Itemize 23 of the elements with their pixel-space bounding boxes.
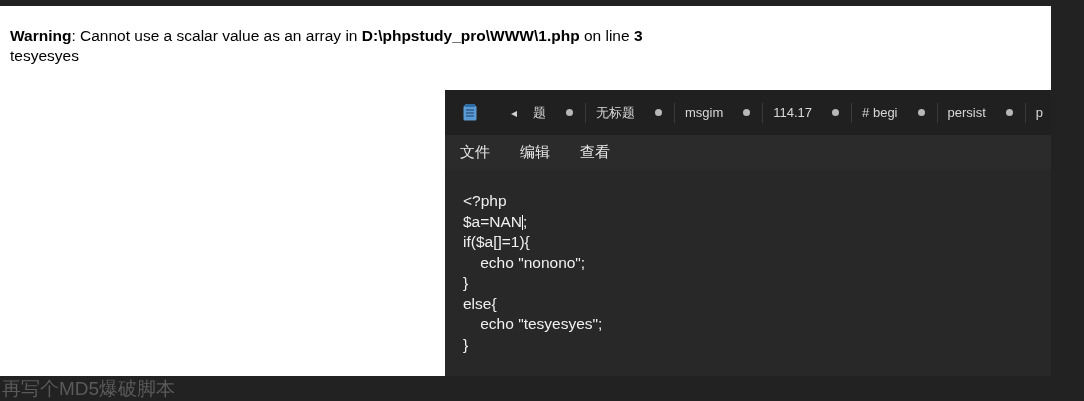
- file-tab[interactable]: persist: [947, 102, 1013, 123]
- file-tab[interactable]: 114.17: [773, 102, 840, 123]
- code-line: $a=NAN;: [463, 211, 529, 230]
- code-line: echo "tesyesyes";: [479, 314, 604, 333]
- scroll-left-button[interactable]: ◂: [511, 103, 517, 122]
- file-tab[interactable]: p: [1035, 102, 1044, 123]
- notepad-icon: [463, 104, 477, 121]
- heading: 再写个MD5爆破脚本: [1, 378, 176, 400]
- warning-message: Warning: Cannot use a scalar value as an array in D:\phpstudy_pro\WWW\1.php on line 3: [10, 26, 644, 46]
- code-line: else{: [463, 293, 498, 312]
- menu-item[interactable]: 编辑: [520, 141, 550, 164]
- file-tab[interactable]: 无标题: [596, 102, 662, 123]
- code-line: }: [463, 334, 470, 353]
- page-output: tesyesyes: [10, 46, 80, 66]
- menu-item[interactable]: 文件: [460, 141, 490, 164]
- file-tab[interactable]: msgim: [685, 102, 751, 123]
- file-tab[interactable]: # begi: [862, 102, 925, 123]
- code-line: echo "nonono";: [479, 252, 587, 271]
- menu-item[interactable]: 查看: [580, 141, 610, 164]
- code-line: if($a[]=1){: [463, 232, 531, 251]
- code-line: <?php: [463, 191, 508, 210]
- file-tab[interactable]: 题: [533, 102, 573, 123]
- code-line: }: [463, 273, 470, 292]
